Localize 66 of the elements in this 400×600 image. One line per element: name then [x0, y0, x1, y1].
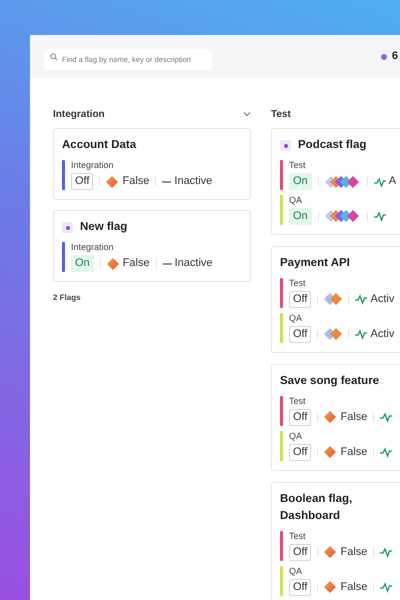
activity-icon — [374, 176, 386, 188]
activity-icon — [380, 546, 392, 558]
diamond-icon — [106, 176, 118, 188]
variation-label: False — [340, 410, 368, 425]
activity-icon — [380, 446, 392, 458]
environment-name: QA — [289, 195, 304, 206]
toggle-state: On — [289, 173, 312, 190]
environment-name: QA — [289, 430, 304, 442]
flag-card[interactable]: New flag Integration On False Inactive — [53, 210, 251, 282]
toggle-state: Off — [289, 578, 312, 596]
diamond-icon — [324, 446, 336, 458]
diamond-icon — [324, 581, 336, 594]
flag-card[interactable]: Payment API Test Off Activ QA Off Activ — [271, 246, 400, 353]
flag-name: Payment API — [280, 256, 350, 271]
activity-icon — [355, 293, 368, 306]
diamonds-icon — [324, 293, 342, 306]
toggle-state: On — [71, 255, 94, 272]
column-title: Integration — [53, 108, 105, 122]
environment-name: QA — [289, 566, 304, 577]
toggle-state: Off — [289, 326, 312, 343]
column-title: Test — [271, 108, 291, 122]
toggle-state: Off — [71, 173, 94, 190]
status-label: Inactive — [174, 174, 212, 190]
environment-name: QA — [289, 312, 304, 324]
variation-label: False — [122, 256, 150, 272]
chevron-icon[interactable] — [243, 111, 251, 117]
environment-name: Test — [289, 160, 307, 172]
environment-name: Integration — [71, 160, 115, 172]
environment-name: Test — [289, 278, 307, 289]
activity-icon — [380, 411, 392, 424]
toggle-state: On — [289, 208, 312, 225]
flag-card[interactable]: Save song feature Test Off False QA Off False — [271, 364, 400, 471]
diamond-icon — [324, 411, 336, 424]
status-label: Inactive — [174, 256, 213, 272]
variation-label: False — [340, 444, 368, 460]
diamonds-icon — [324, 176, 361, 188]
environment-name: Test — [289, 531, 307, 542]
flag-card[interactable]: Account Data Integration Off False Inactive — [53, 128, 251, 200]
flag-name: Save song feature — [280, 374, 380, 389]
diamonds-icon — [324, 328, 342, 340]
flag-card[interactable]: Podcast flag Test On A QA On — [271, 128, 400, 235]
flag-name: Boolean flag, Dashboard — [280, 492, 354, 524]
flag-name: Podcast flag — [298, 138, 366, 153]
environment-name: Integration — [71, 242, 115, 254]
toggle-state: Off — [289, 544, 312, 561]
diamond-icon — [324, 546, 336, 558]
status-label: A — [388, 174, 396, 190]
status-label: Activ — [370, 326, 394, 342]
activity-icon — [380, 581, 392, 594]
diamond-icon — [106, 258, 119, 270]
variation-label: False — [340, 545, 368, 560]
toggle-state: Off — [289, 290, 312, 308]
search-icon — [50, 52, 58, 60]
variation-label: False — [340, 580, 368, 595]
activity-icon — [374, 210, 386, 222]
diamonds-icon — [324, 210, 361, 222]
toggle-state: Off — [289, 444, 312, 461]
status-label: Activ — [370, 292, 394, 308]
flag-name: New flag — [80, 220, 128, 236]
flag-card[interactable]: Boolean flag, Dashboard Test Off False QA Off False — [271, 482, 400, 600]
flag-count: 2 Flags — [53, 292, 82, 304]
environment-name: Test — [289, 396, 307, 407]
variation-label: False — [122, 174, 150, 190]
activity-icon — [355, 328, 368, 340]
flag-name: Account Data — [62, 138, 136, 153]
toggle-state: Off — [289, 408, 312, 426]
